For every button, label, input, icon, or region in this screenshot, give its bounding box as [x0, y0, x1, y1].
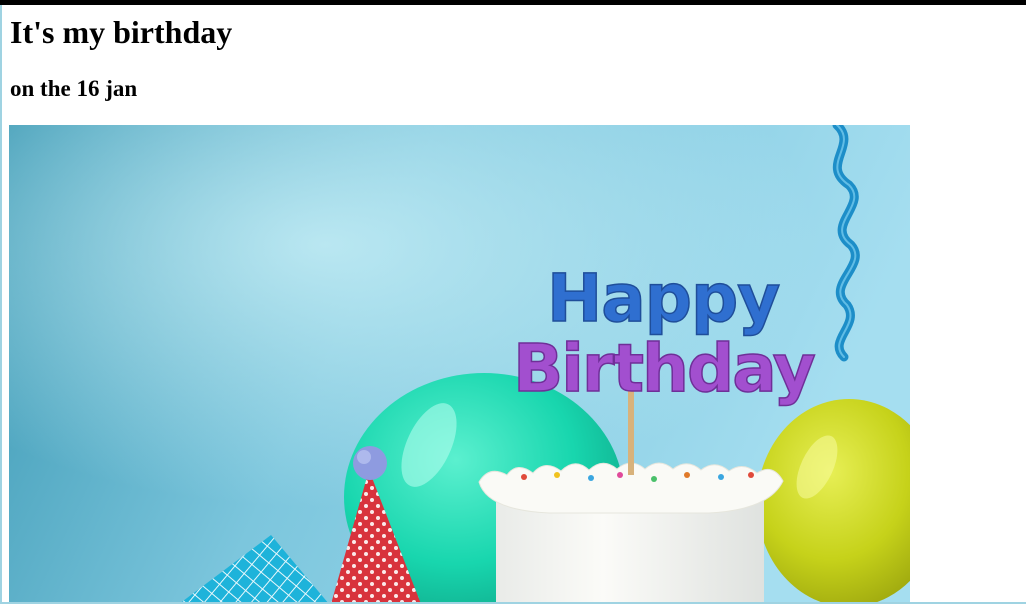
- pompom: [353, 446, 387, 480]
- window-left-edge: [0, 5, 2, 604]
- topper-text-happy: Happy: [547, 260, 779, 337]
- page-subtitle: on the 16 jan: [10, 76, 138, 101]
- page-title: It's my birthday: [10, 14, 233, 50]
- page-top-border: [0, 0, 1026, 5]
- topper-text-birthday: Birthday: [513, 330, 815, 407]
- happy-birthday-topper: Happy Birthday: [512, 259, 817, 408]
- birthday-cake-photo: Happy Birthday: [9, 125, 910, 604]
